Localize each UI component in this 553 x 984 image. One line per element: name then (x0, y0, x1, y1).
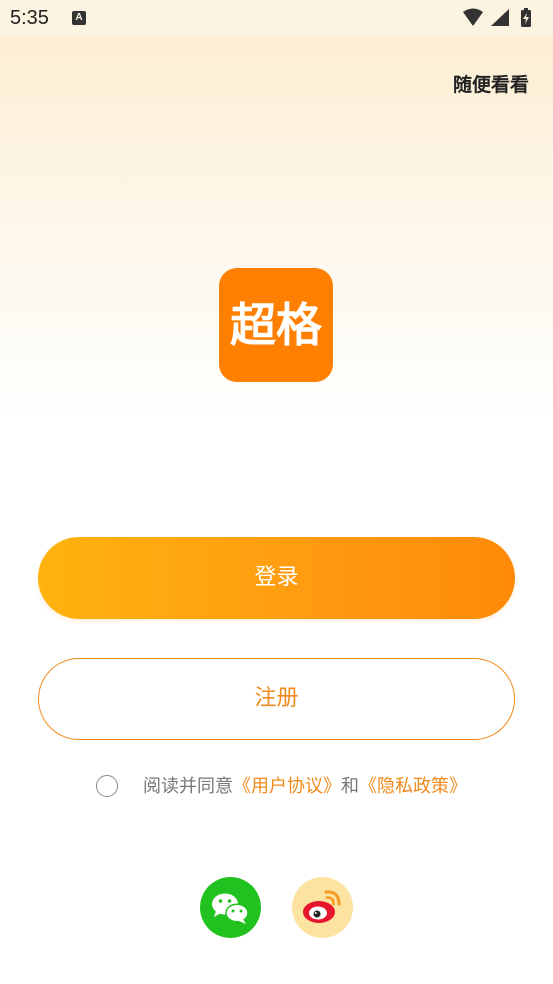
agreement-row: 阅读并同意《用户协议》和《隐私政策》 (96, 774, 516, 800)
login-button[interactable]: 登录 (38, 537, 515, 619)
battery-icon (521, 8, 531, 27)
app-logo: 超格 (219, 268, 333, 382)
notification-a-icon: A (72, 11, 86, 25)
wechat-icon (212, 893, 249, 924)
cellular-signal-icon (491, 9, 509, 26)
status-time: 5:35 (10, 7, 49, 29)
wechat-login-button[interactable] (200, 877, 261, 938)
agreement-prefix: 阅读并同意 (143, 776, 233, 797)
agree-checkbox[interactable] (96, 775, 118, 797)
browse-link[interactable]: 随便看看 (453, 70, 529, 97)
login-screen: 5:35 A 随便看看 超格 登录 注册 阅读并同意《用户协议》和《隐私政策》 (0, 0, 553, 984)
wifi-icon (463, 8, 483, 26)
weibo-login-button[interactable] (292, 877, 353, 938)
status-bar: 5:35 A (0, 0, 553, 37)
status-icons (461, 7, 545, 29)
register-button[interactable]: 注册 (38, 658, 515, 740)
agreement-text: 阅读并同意《用户协议》和《隐私政策》 (143, 774, 467, 800)
privacy-policy-link[interactable]: 《隐私政策》 (359, 776, 467, 797)
weibo-icon (303, 890, 341, 923)
user-agreement-link[interactable]: 《用户协议》 (233, 776, 341, 797)
agreement-conjunction: 和 (341, 776, 359, 797)
